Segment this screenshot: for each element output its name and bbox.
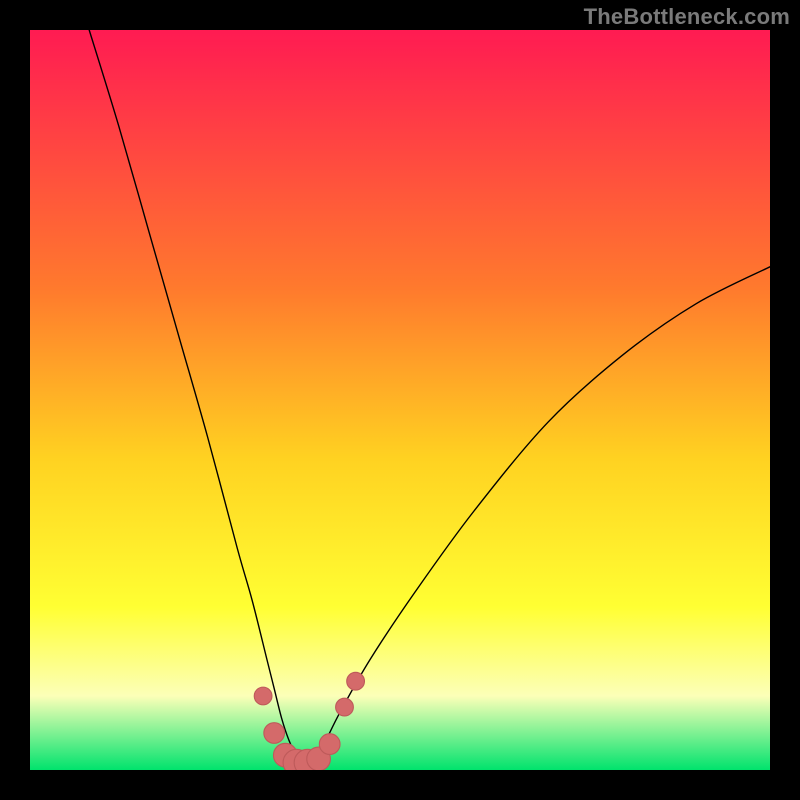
- watermark-text: TheBottleneck.com: [584, 4, 790, 30]
- curve-marker: [336, 698, 354, 716]
- chart-svg: [30, 30, 770, 770]
- curve-marker: [254, 687, 272, 705]
- curve-marker: [347, 672, 365, 690]
- gradient-background: [30, 30, 770, 770]
- curve-marker: [264, 723, 285, 744]
- plot-area: [30, 30, 770, 770]
- chart-frame: TheBottleneck.com: [0, 0, 800, 800]
- curve-marker: [319, 734, 340, 755]
